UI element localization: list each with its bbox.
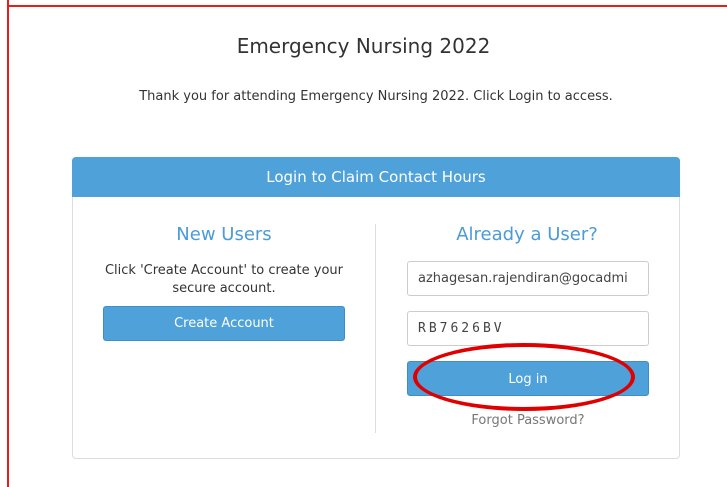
panel-header: Login to Claim Contact Hours — [72, 157, 680, 197]
column-divider — [375, 224, 376, 433]
existing-user-heading: Already a User? — [456, 224, 598, 245]
annotation-border-left — [7, 0, 9, 487]
password-field[interactable]: RB7626BV — [407, 311, 649, 346]
login-page: Emergency Nursing 2022 Thank you for att… — [0, 0, 727, 487]
email-field[interactable]: azhagesan.rajendiran@gocadmi — [407, 261, 649, 296]
login-button[interactable]: Log in — [407, 361, 649, 396]
create-account-button[interactable]: Create Account — [103, 306, 345, 341]
intro-text: Thank you for attending Emergency Nursin… — [139, 89, 613, 104]
forgot-password-link[interactable]: Forgot Password? — [407, 413, 649, 428]
login-panel: Login to Claim Contact Hours New Users C… — [72, 157, 680, 459]
page-title: Emergency Nursing 2022 — [236, 34, 491, 58]
annotation-border-top — [7, 5, 727, 7]
new-users-heading: New Users — [176, 224, 272, 245]
new-users-description: Click 'Create Account' to create your se… — [104, 263, 344, 296]
